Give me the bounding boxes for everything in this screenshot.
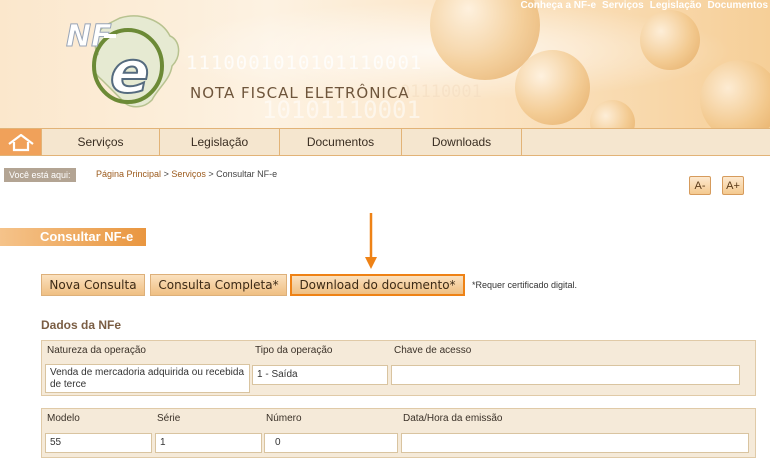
decor-sphere <box>640 10 700 70</box>
tipo-label: Tipo da operação <box>255 345 333 356</box>
tipo-field[interactable]: 1 - Saída <box>252 365 388 385</box>
home-button[interactable] <box>0 129 42 155</box>
nfe-logo[interactable]: NF e <box>62 10 184 116</box>
toplink-conheca[interactable]: Conheça a NF-e <box>520 0 596 11</box>
data-emissao-field[interactable] <box>401 433 749 453</box>
nav-legislacao[interactable]: Legislação <box>160 129 280 155</box>
toplink-servicos[interactable]: Serviços <box>602 0 644 11</box>
panel-documento: Modelo 55 Série 1 Número 0 Data/Hora da … <box>41 408 756 458</box>
chave-label: Chave de acesso <box>394 345 472 356</box>
breadcrumb-servicos[interactable]: Serviços <box>171 169 206 179</box>
chave-field[interactable] <box>391 365 740 385</box>
toplink-legislacao[interactable]: Legislação <box>650 0 702 11</box>
font-increase-button[interactable]: A+ <box>722 176 744 195</box>
nav-documentos[interactable]: Documentos <box>280 129 402 155</box>
data-emissao-label: Data/Hora da emissão <box>403 413 503 424</box>
serie-field[interactable]: 1 <box>155 433 262 453</box>
nav-downloads[interactable]: Downloads <box>402 129 522 155</box>
arrow-down-icon <box>365 213 377 269</box>
section-title: Dados da NFe <box>41 318 122 332</box>
page-title-bar: Consultar NF-e <box>0 228 146 246</box>
font-size-controls: A- A+ <box>689 176 744 195</box>
numero-field[interactable]: 0 <box>264 433 398 453</box>
consulta-completa-button[interactable]: Consulta Completa* <box>150 274 287 296</box>
breadcrumb-current: Consultar NF-e <box>216 169 278 179</box>
banner-binary: 01110001 <box>400 82 482 102</box>
nav-servicos[interactable]: Serviços <box>42 129 160 155</box>
main-nav: Serviços Legislação Documentos Downloads <box>0 128 770 156</box>
breadcrumb: Página Principal > Serviços > Consultar … <box>96 169 277 179</box>
panel-operacao: Natureza da operação Venda de mercadoria… <box>41 340 756 396</box>
nova-consulta-button[interactable]: Nova Consulta <box>41 274 145 296</box>
top-links: Conheça a NF-e Serviços Legislação Docum… <box>520 0 768 11</box>
modelo-label: Modelo <box>47 413 80 424</box>
download-documento-button[interactable]: Download do documento* <box>290 274 465 296</box>
numero-label: Número <box>266 413 302 424</box>
natureza-field[interactable]: Venda de mercadoria adquirida ou recebid… <box>45 364 250 393</box>
natureza-label: Natureza da operação <box>47 345 146 356</box>
breadcrumb-label: Você está aqui: <box>4 168 76 182</box>
breadcrumb-separator: > <box>163 169 169 179</box>
toplink-documentos[interactable]: Documentos <box>707 0 768 11</box>
certificate-note: *Requer certificado digital. <box>472 280 578 290</box>
breadcrumb-home[interactable]: Página Principal <box>96 169 161 179</box>
font-decrease-button[interactable]: A- <box>689 176 711 195</box>
page-title: Consultar NF-e <box>40 229 134 244</box>
app-root: 1110001010101110001 10101110001 01110001… <box>0 0 770 470</box>
header-banner: 1110001010101110001 10101110001 01110001… <box>0 0 770 128</box>
home-icon <box>7 133 34 152</box>
breadcrumb-separator: > <box>208 169 214 179</box>
banner-binary: 1110001010101110001 <box>186 52 423 74</box>
decor-sphere <box>515 50 590 125</box>
modelo-field[interactable]: 55 <box>45 433 152 453</box>
brand-name: NOTA FISCAL ELETRÔNICA <box>190 84 410 102</box>
svg-text:e: e <box>110 38 149 106</box>
serie-label: Série <box>157 413 181 424</box>
